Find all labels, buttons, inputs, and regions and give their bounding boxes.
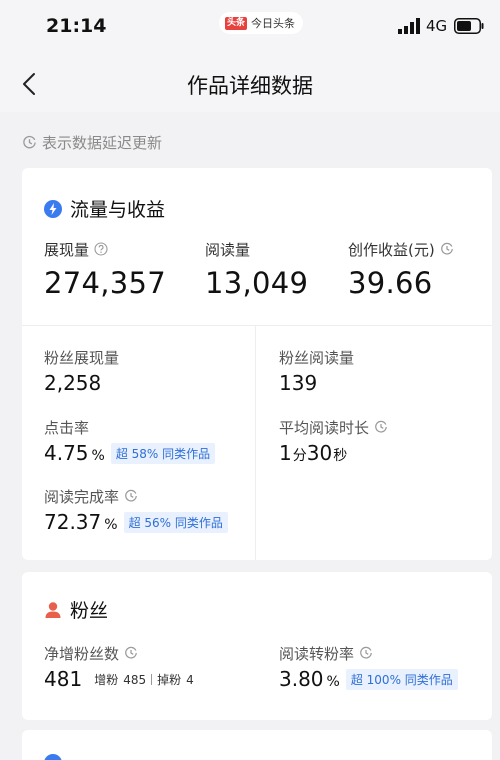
impressions-metric: 展现量 274,357 (44, 238, 167, 301)
fans-gain-label: 增粉 (94, 673, 119, 687)
completion-badge: 超 56% 同类作品 (123, 512, 228, 533)
earnings-value: 39.66 (348, 266, 433, 300)
clock-icon (23, 135, 36, 149)
divider (255, 326, 256, 560)
completion-unit: % (104, 517, 118, 533)
fans-card-title: 粉丝 (44, 596, 108, 623)
ctr-unit: % (91, 448, 105, 464)
avg-read-time-label: 平均阅读时长 (279, 418, 370, 437)
ctr-label: 点击率 (44, 418, 90, 437)
divider (22, 325, 492, 326)
conversion-value: 3.80 (279, 667, 324, 691)
avg-read-time-seconds-unit: 秒 (333, 448, 348, 464)
status-time: 21:14 (46, 15, 107, 37)
nav-bar: 作品详细数据 (0, 56, 500, 112)
completion-value: 72.37 (44, 510, 102, 534)
avg-read-time-minutes-unit: 分 (292, 448, 307, 464)
lightning-icon (44, 199, 62, 218)
fans-gain-value: 485 (123, 672, 147, 687)
traffic-card: 流量与收益 展现量 274,357 阅读量 13,049 创作收益(元) 39.… (22, 168, 492, 560)
ctr-badge: 超 58% 同类作品 (110, 443, 216, 464)
reads-metric: 阅读量 13,049 (205, 238, 309, 301)
earnings-metric: 创作收益(元) 39.66 (348, 238, 454, 300)
fan-reads-label: 粉丝阅读量 (279, 348, 355, 367)
clock-icon (360, 646, 372, 659)
clock-icon (125, 646, 137, 659)
ctr-value: 4.75 (44, 441, 89, 465)
conversion-badge: 超 100% 同类作品 (345, 669, 458, 690)
avg-read-time-seconds: 30 (306, 441, 333, 465)
conversion-label: 阅读转粉率 (279, 644, 355, 663)
fan-reads-value: 139 (279, 371, 318, 395)
conversion-unit: % (326, 674, 340, 690)
net-fans-label: 净增粉丝数 (44, 644, 120, 663)
impressions-label: 展现量 (44, 240, 90, 259)
section-icon (44, 754, 62, 760)
page-title: 作品详细数据 (187, 74, 313, 98)
status-bar: 21:14 头条 今日头条 4G (0, 0, 500, 56)
impressions-value: 274,357 (44, 266, 167, 300)
battery-icon (454, 18, 484, 34)
next-section-card (22, 730, 492, 760)
completion-metric: 阅读完成率 72.37 % 超 56% 同类作品 (44, 485, 228, 535)
clock-icon (125, 489, 137, 502)
completion-label: 阅读完成率 (44, 487, 120, 506)
traffic-card-title: 流量与收益 (44, 195, 165, 222)
fan-reads-metric: 粉丝阅读量 139 (279, 346, 355, 396)
person-icon (45, 601, 61, 618)
delay-notice: 表示数据延迟更新 (22, 132, 162, 153)
signal-icon (398, 18, 420, 34)
fan-impressions-label: 粉丝展现量 (44, 348, 120, 367)
fan-impressions-value: 2,258 (44, 371, 102, 395)
app-indicator[interactable]: 头条 今日头条 (219, 12, 304, 34)
reads-value: 13,049 (205, 266, 309, 300)
divider (151, 674, 153, 685)
fans-loss-value: 4 (186, 672, 194, 687)
avg-read-time-metric: 平均阅读时长 1 分 30 秒 (279, 416, 388, 465)
ctr-metric: 点击率 4.75 % 超 58% 同类作品 (44, 416, 216, 466)
clock-icon (440, 242, 453, 255)
net-fans-metric: 净增粉丝数 481 增粉 485 掉粉 4 (44, 642, 194, 692)
net-fans-value: 481 (44, 667, 83, 691)
avg-read-time-minutes: 1 (279, 441, 292, 465)
fans-title-text: 粉丝 (70, 600, 109, 622)
clock-icon (375, 420, 387, 433)
question-icon[interactable] (94, 242, 108, 256)
conversion-metric: 阅读转粉率 3.80 % 超 100% 同类作品 (279, 642, 458, 692)
app-name: 今日头条 (251, 17, 296, 30)
delay-notice-text: 表示数据延迟更新 (42, 134, 163, 152)
fan-impressions-metric: 粉丝展现量 2,258 (44, 346, 120, 396)
fan-change-stats: 增粉 485 掉粉 4 (94, 671, 194, 688)
traffic-title-text: 流量与收益 (70, 199, 166, 221)
reads-label: 阅读量 (205, 240, 251, 259)
fans-loss-label: 掉粉 (157, 673, 182, 687)
network-type: 4G (426, 17, 448, 35)
fans-card: 粉丝 净增粉丝数 481 增粉 485 掉粉 4 阅读转粉率 3.80 % 超 … (22, 572, 492, 720)
app-logo: 头条 (225, 16, 248, 30)
earnings-label: 创作收益(元) (348, 240, 435, 259)
